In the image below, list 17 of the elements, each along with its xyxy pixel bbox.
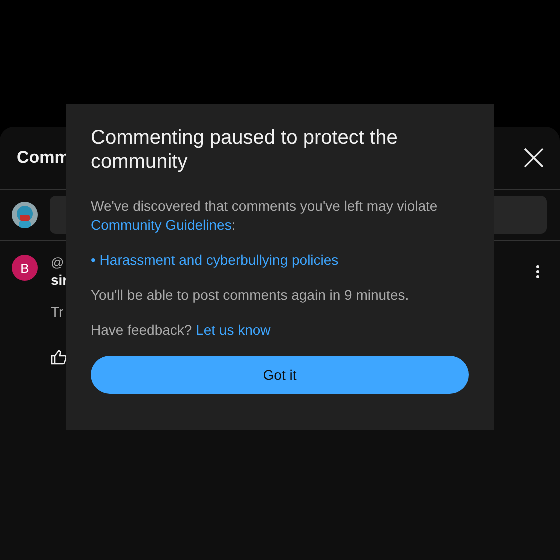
close-icon[interactable]	[524, 148, 544, 168]
avatar: B	[12, 255, 38, 281]
policy-link[interactable]: • Harassment and cyberbullying policies	[91, 252, 339, 268]
guidelines-link[interactable]: Community Guidelines	[91, 217, 232, 233]
intro-text: We've discovered that comments you've left may violate	[91, 198, 438, 214]
got-it-button[interactable]: Got it	[91, 356, 469, 394]
colon-text: :	[232, 217, 236, 233]
feedback-text: Have feedback?	[91, 322, 192, 338]
comment-handle: @	[51, 255, 64, 270]
thumbs-up-icon[interactable]	[51, 350, 67, 365]
dialog-title: Commenting paused to protect the community	[91, 126, 399, 174]
comment-text: Tr	[51, 304, 64, 320]
notice-text: You'll be able to post comments again in 9 minutes.	[91, 287, 410, 303]
more-icon[interactable]	[536, 265, 540, 279]
comment-title: sir	[51, 272, 68, 288]
feedback-link[interactable]: Let us know	[196, 322, 271, 338]
avatar-icon	[12, 202, 38, 228]
